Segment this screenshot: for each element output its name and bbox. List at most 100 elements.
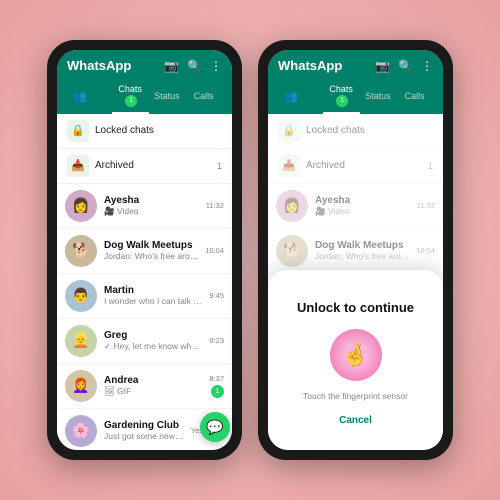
chat-meta: 9:23 [209,336,224,345]
app-title-2: WhatsApp [278,58,342,73]
phone-2: WhatsApp 📷 🔍 ⋮ 👥 Chats1 Status [258,40,453,460]
tab-status-2: Status [360,86,397,106]
chat-time: 8:37 [209,374,224,383]
lock-icon: 🔒 [67,120,89,142]
chat-preview: Just got some new flower seeds... [104,431,184,441]
chat-item-ayesha-2: 👩 Ayesha 🎥 Video 11:32 [268,184,443,229]
archived-count: 1 [217,161,222,171]
modal-title: Unlock to continue [297,300,414,315]
chat-item-dog-2: 🐕 Dog Walk Meetups Jordan: Who's free ar… [268,229,443,274]
tab-bar-2: 👥 Chats1 Status Calls [278,79,433,114]
avatar-andrea: 👩‍🦰 [65,370,97,402]
tab-people[interactable]: 👥 [67,85,112,108]
chat-time: 11:32 [206,201,224,210]
avatar-garden: 🌸 [65,415,97,447]
whatsapp-header-2: WhatsApp 📷 🔍 ⋮ 👥 Chats1 Status [268,50,443,114]
chat-name: Andrea [104,375,202,386]
chat-body-garden: Gardening Club Just got some new flower … [104,420,184,441]
chat-body-andrea: Andrea 🖼 GIF [104,375,202,397]
avatar-ayesha-2: 👩 [276,190,308,222]
phone-1: WhatsApp 📷 🔍 ⋮ 👥 Chats1 Status [47,40,242,460]
people-icon-2: 👥 [284,90,298,103]
camera-icon-2: 📷 [375,59,390,73]
chat-preview: 🎥 Video [104,206,199,217]
lock-icon-2: 🔒 [278,120,300,142]
locked-chats-row[interactable]: 🔒 Locked chats [57,114,232,149]
avatar-ayesha: 👩 [65,190,97,222]
chat-time: 9:23 [209,336,224,345]
chat-item-martin[interactable]: 👨 Martin I wonder who I can talk to abou… [57,274,232,319]
chat-item-dog[interactable]: 🐕 Dog Walk Meetups Jordan: Who's free ar… [57,229,232,274]
chat-meta: 8:37 1 [209,374,224,398]
chat-item-ayesha[interactable]: 👩 Ayesha 🎥 Video 11:32 [57,184,232,229]
app-title: WhatsApp [67,58,131,73]
modal-subtitle: Touch the fingerprint sensor [303,391,408,401]
chat-body-ayesha: Ayesha 🎥 Video [104,195,199,217]
fingerprint-button[interactable]: 🤞 [330,329,382,381]
tab-bar: 👥 Chats1 Status Calls [67,79,222,114]
menu-icon-2: ⋮ [421,59,433,73]
archived-row[interactable]: 📥 Archived 1 [57,149,232,184]
camera-icon[interactable]: 📷 [164,59,179,73]
tab-calls[interactable]: Calls [185,86,222,106]
chat-name: Gardening Club [104,420,184,431]
tab-chats-label-2: Chats [329,84,353,94]
phone-1-screen: WhatsApp 📷 🔍 ⋮ 👥 Chats1 Status [57,50,232,450]
chat-name: Greg [104,330,202,341]
chat-name: Dog Walk Meetups [104,240,198,251]
chat-meta: 11:32 [206,201,224,210]
archived-label: Archived [95,160,211,171]
unlock-modal: Unlock to continue 🤞 Touch the fingerpri… [268,270,443,450]
avatar-dog-2: 🐕 [276,235,308,267]
chat-preview: ✓ Hey, let me know when we can me... [104,341,202,352]
chat-meta: 9:45 [209,291,224,300]
chat-preview: 🖼 GIF [104,386,202,397]
chat-time: 10:04 [205,246,224,255]
avatar-dog: 🐕 [65,235,97,267]
background: WhatsApp 📷 🔍 ⋮ 👥 Chats1 Status [0,0,500,500]
phone-2-screen: WhatsApp 📷 🔍 ⋮ 👥 Chats1 Status [268,50,443,450]
chat-meta: 10:04 [205,246,224,255]
chats-badge: 1 [125,95,137,107]
people-icon: 👥 [73,90,87,103]
archived-label-2: Archived [306,160,422,171]
chat-preview: Jordan: Who's free around... [104,251,198,261]
chat-body-greg: Greg ✓ Hey, let me know when we can me..… [104,330,202,352]
avatar-martin: 👨 [65,280,97,312]
tab-people-2: 👥 [278,85,323,108]
tab-calls-label-2: Calls [405,91,425,101]
tab-status-label: Status [154,91,180,101]
archive-icon-2: 📥 [278,155,300,177]
cancel-button[interactable]: Cancel [339,415,372,426]
search-icon[interactable]: 🔍 [187,59,202,73]
tab-chats-label: Chats [118,84,142,94]
compose-icon: 💬 [206,419,223,436]
chat-name: Martin [104,285,202,296]
tab-calls-label: Calls [194,91,214,101]
archived-row-2: 📥 Archived 1 [268,149,443,184]
archived-count-2: 1 [428,161,433,171]
chat-item-greg[interactable]: 👱 Greg ✓ Hey, let me know when we can me… [57,319,232,364]
tab-chats-2: Chats1 [323,79,360,114]
unread-badge: 1 [211,385,224,398]
fingerprint-icon: 🤞 [342,342,369,368]
compose-fab[interactable]: 💬 [200,412,230,442]
archive-icon: 📥 [67,155,89,177]
chat-list: 🔒 Locked chats 📥 Archived 1 👩 Ayesha 🎥 V… [57,114,232,451]
tab-status-label-2: Status [365,91,391,101]
locked-chats-label: Locked chats [95,125,222,136]
locked-label-2: Locked chats [306,125,433,136]
whatsapp-header: WhatsApp 📷 🔍 ⋮ 👥 Chats1 Status [57,50,232,114]
chat-body-dog: Dog Walk Meetups Jordan: Who's free arou… [104,240,198,261]
header-icons-2: 📷 🔍 ⋮ [375,59,433,73]
tab-calls-2: Calls [396,86,433,106]
chats-badge-2: 1 [336,95,348,107]
menu-icon[interactable]: ⋮ [210,59,222,73]
chat-name: Ayesha [104,195,199,206]
chat-item-andrea[interactable]: 👩‍🦰 Andrea 🖼 GIF 8:37 1 [57,364,232,409]
tab-status[interactable]: Status [149,86,186,106]
chat-preview: I wonder who I can talk to about... [104,296,202,306]
tab-chats[interactable]: Chats1 [112,79,149,114]
avatar-greg: 👱 [65,325,97,357]
header-icons: 📷 🔍 ⋮ [164,59,222,73]
